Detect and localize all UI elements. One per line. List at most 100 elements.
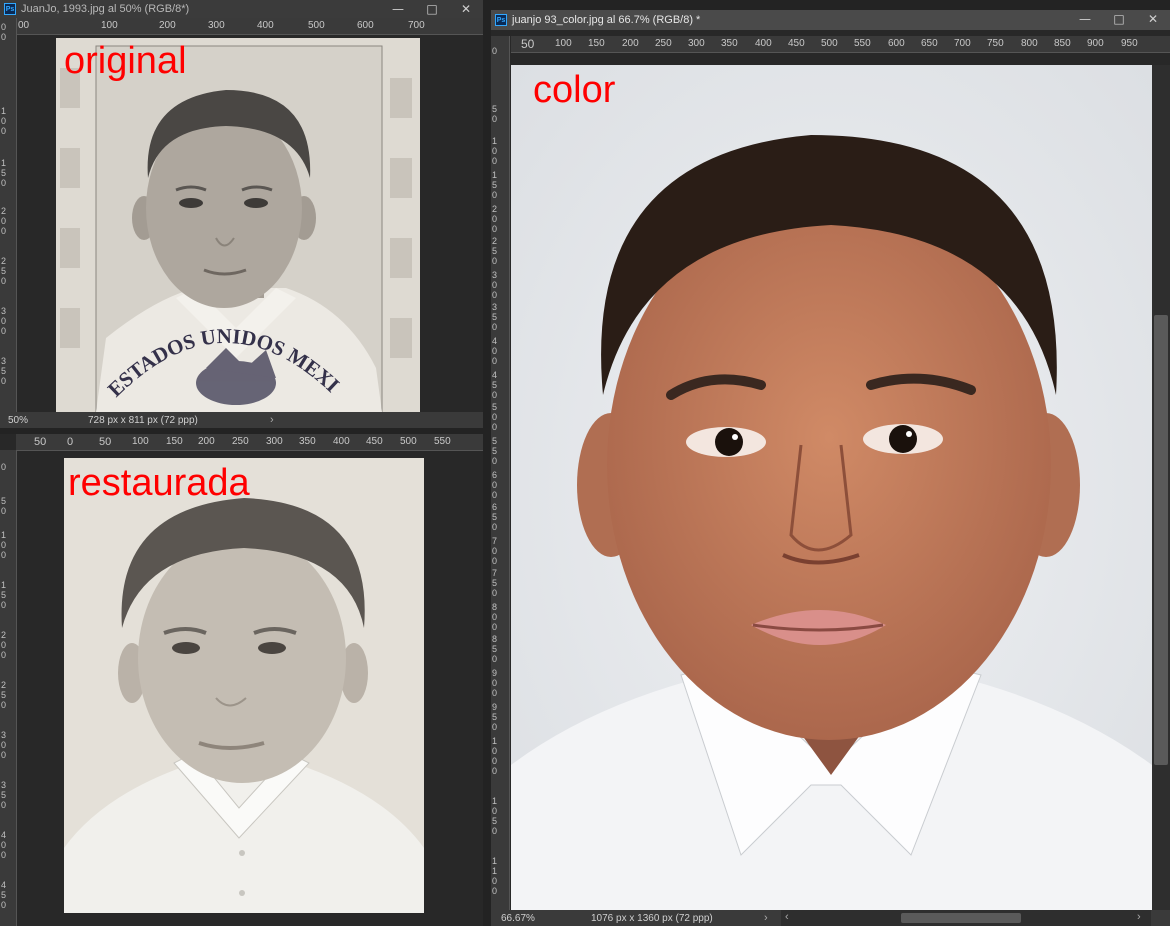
maximize-button[interactable]: □ <box>1102 10 1136 28</box>
zoom-level[interactable]: 50% <box>0 415 60 426</box>
ruler-label: 200 <box>622 38 639 49</box>
ruler-label: 950 <box>1121 38 1138 49</box>
ruler-label: 650 <box>921 38 938 49</box>
ruler-label: 200 <box>198 436 215 447</box>
document-window-restored[interactable]: 50 0 50 100 150 200 250 300 350 400 450 … <box>0 434 483 926</box>
vertical-ruler-label: 6 0 0 <box>492 470 498 500</box>
maximize-icon: □ <box>1113 12 1125 26</box>
vertical-ruler-label: 8 5 0 <box>492 634 498 664</box>
vertical-ruler-label: 1 5 0 <box>1 580 7 610</box>
horizontal-ruler[interactable]: 00 100 200 300 400 500 600 700 <box>16 18 483 35</box>
ruler-label: 400 <box>257 20 274 31</box>
document-info[interactable]: 1076 px x 1360 px (72 ppp) <box>561 913 713 924</box>
ruler-label: 400 <box>755 38 772 49</box>
vertical-ruler-label: 5 0 <box>492 104 498 124</box>
ruler-label: 50 <box>34 436 47 448</box>
document-window-original[interactable]: Ps JuanJo, 1993.jpg al 50% (RGB/8*) — □ … <box>0 0 483 428</box>
horizontal-ruler[interactable]: 50 100 150 200 250 300 350 400 450 500 5… <box>511 36 1170 53</box>
vertical-ruler[interactable]: 0 5 0 1 0 0 1 5 0 2 0 0 2 5 0 3 0 0 3 5 … <box>491 36 510 910</box>
ruler-label: 350 <box>299 436 316 447</box>
ruler-label: 800 <box>1021 38 1038 49</box>
minimize-icon: — <box>392 2 404 16</box>
ruler-label: 150 <box>588 38 605 49</box>
ruler-label: 50 <box>99 436 112 448</box>
close-icon: ✕ <box>1147 12 1159 26</box>
vertical-ruler-label: 3 5 0 <box>492 302 498 332</box>
ruler-label: 450 <box>366 436 383 447</box>
minimize-button[interactable]: — <box>1068 10 1102 28</box>
ruler-label: 500 <box>308 20 325 31</box>
ruler-label: 600 <box>357 20 374 31</box>
ruler-label: 300 <box>208 20 225 31</box>
vertical-ruler-label: 3 5 0 <box>1 780 7 810</box>
document-info[interactable]: 728 px x 811 px (72 ppp) <box>60 415 198 426</box>
vertical-ruler-label: 0 0 <box>1 22 7 42</box>
ruler-label: 600 <box>888 38 905 49</box>
vertical-ruler-label: 4 5 0 <box>1 880 7 910</box>
chevron-right-icon[interactable]: › <box>270 414 274 426</box>
close-icon: ✕ <box>460 2 472 16</box>
vertical-ruler-label: 6 5 0 <box>492 502 498 532</box>
chevron-right-icon[interactable]: › <box>1137 911 1141 923</box>
ruler-label: 250 <box>655 38 672 49</box>
vertical-ruler-label: 4 5 0 <box>492 370 498 400</box>
ruler-label: 100 <box>101 20 118 31</box>
ruler-label: 300 <box>266 436 283 447</box>
ruler-label: 50 <box>521 37 535 51</box>
ruler-label: 450 <box>788 38 805 49</box>
minimize-icon: — <box>1079 12 1091 26</box>
vertical-ruler-label: 1 0 0 0 <box>492 736 498 776</box>
ruler-label: 400 <box>333 436 350 447</box>
photo-label-original: original <box>64 40 187 82</box>
ruler-label: 100 <box>555 38 572 49</box>
vertical-ruler-label: 5 0 0 <box>492 402 498 432</box>
color-photo <box>511 65 1152 910</box>
photo-canvas-color[interactable]: color <box>511 65 1152 910</box>
ruler-label: 500 <box>821 38 838 49</box>
minimize-button[interactable]: — <box>381 0 415 18</box>
scrollbar-thumb[interactable] <box>901 913 1021 923</box>
ruler-label: 750 <box>987 38 1004 49</box>
ruler-label: 700 <box>408 20 425 31</box>
vertical-ruler-label: 5 5 0 <box>492 436 498 466</box>
restored-photo <box>64 458 424 913</box>
vertical-ruler-label: 1 0 0 <box>1 106 7 136</box>
ruler-label: 550 <box>854 38 871 49</box>
close-button[interactable]: ✕ <box>449 0 483 18</box>
vertical-ruler-label: 7 5 0 <box>492 568 498 598</box>
vertical-ruler-label: 3 0 0 <box>492 270 498 300</box>
ruler-label: 100 <box>132 436 149 447</box>
original-photo: ESTADOS UNIDOS MEXICANOS <box>56 38 420 412</box>
vertical-ruler[interactable]: 0 0 1 0 0 1 5 0 2 0 0 2 5 0 3 0 0 3 5 0 <box>0 18 17 412</box>
vertical-ruler-label: 7 0 0 <box>492 536 498 566</box>
photo-canvas-original[interactable]: ESTADOS UNIDOS MEXICANOS original <box>56 38 420 412</box>
vertical-ruler-label: 2 0 0 <box>1 206 7 236</box>
title-bar-original[interactable]: Ps JuanJo, 1993.jpg al 50% (RGB/8*) — □ … <box>0 0 483 18</box>
vertical-ruler[interactable]: 0 5 0 1 0 0 1 5 0 2 0 0 2 5 0 3 0 0 3 5 … <box>0 450 17 926</box>
horizontal-ruler[interactable]: 50 0 50 100 150 200 250 300 350 400 450 … <box>16 434 483 451</box>
photo-canvas-restored[interactable]: restaurada <box>64 458 424 913</box>
chevron-right-icon[interactable]: › <box>764 912 768 924</box>
vertical-ruler-label: 1 0 0 <box>492 136 498 166</box>
vertical-ruler-label: 1 1 0 0 <box>492 856 498 896</box>
vertical-ruler-label: 1 0 5 0 <box>492 796 498 836</box>
photoshop-icon: Ps <box>495 14 507 26</box>
zoom-level[interactable]: 66.67% <box>491 913 561 924</box>
title-bar-color[interactable]: Ps juanjo 93_color.jpg al 66.7% (RGB/8) … <box>491 10 1170 30</box>
horizontal-scrollbar[interactable]: ‹ › <box>781 910 1151 926</box>
close-button[interactable]: ✕ <box>1136 10 1170 28</box>
vertical-ruler-label: 2 5 0 <box>492 236 498 266</box>
scrollbar-thumb[interactable] <box>1154 315 1168 765</box>
maximize-icon: □ <box>426 2 438 16</box>
vertical-ruler-label: 9 0 0 <box>492 668 498 698</box>
maximize-button[interactable]: □ <box>415 0 449 18</box>
vertical-ruler-label: 0 <box>492 46 498 56</box>
chevron-left-icon[interactable]: ‹ <box>785 911 789 923</box>
document-title: JuanJo, 1993.jpg al 50% (RGB/8*) <box>21 3 190 15</box>
vertical-ruler-label: 0 <box>1 462 7 472</box>
ruler-label: 200 <box>159 20 176 31</box>
ruler-label: 500 <box>400 436 417 447</box>
document-window-color[interactable]: Ps juanjo 93_color.jpg al 66.7% (RGB/8) … <box>491 10 1170 926</box>
vertical-ruler-label: 2 5 0 <box>1 680 7 710</box>
vertical-scrollbar[interactable] <box>1152 65 1170 910</box>
